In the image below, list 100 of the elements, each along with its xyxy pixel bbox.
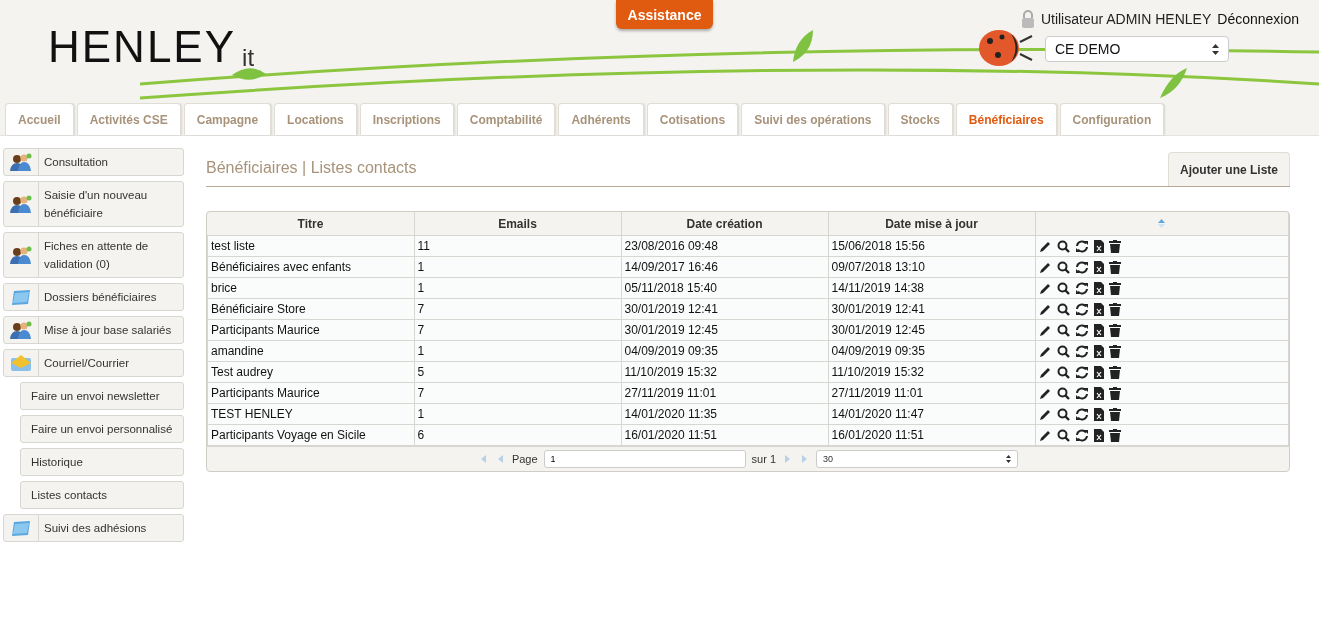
search-icon[interactable] <box>1056 281 1070 295</box>
sidebar-item[interactable]: Saisie d'un nouveau bénéficiaire <box>3 181 184 227</box>
search-icon[interactable] <box>1056 407 1070 421</box>
table-cell: 30/01/2019 12:41 <box>831 302 925 316</box>
table-cell: 30/01/2019 12:41 <box>624 302 718 316</box>
assistance-button[interactable]: Assistance <box>616 0 713 29</box>
search-icon[interactable] <box>1056 386 1070 400</box>
table-cell: 09/07/2018 13:10 <box>831 260 925 274</box>
column-header[interactable]: Titre <box>207 212 414 236</box>
sidebar-subitem[interactable]: Listes contacts <box>20 481 184 509</box>
search-icon[interactable] <box>1056 365 1070 379</box>
sidebar-item[interactable]: Dossiers bénéficiaires <box>3 283 184 311</box>
select-arrows-icon <box>1212 43 1219 55</box>
search-icon[interactable] <box>1056 260 1070 274</box>
envelope-icon <box>10 354 32 372</box>
table-cell: Participants Maurice <box>211 386 320 400</box>
refresh-icon[interactable] <box>1074 365 1089 379</box>
sidebar-subitem[interactable]: Historique <box>20 448 184 476</box>
pencil-icon[interactable] <box>1038 344 1052 358</box>
pencil-icon[interactable] <box>1038 386 1052 400</box>
pencil-icon[interactable] <box>1038 260 1052 274</box>
sidebar-subitem[interactable]: Faire un envoi newsletter <box>20 382 184 410</box>
refresh-icon[interactable] <box>1074 281 1089 295</box>
table-cell: 14/09/2017 16:46 <box>624 260 718 274</box>
trash-icon[interactable] <box>1108 281 1121 295</box>
trash-icon[interactable] <box>1108 302 1121 316</box>
organization-select[interactable]: CE DEMO <box>1045 36 1229 62</box>
trash-icon[interactable] <box>1108 239 1121 253</box>
sidebar-item[interactable]: Mise à jour base salariés <box>3 316 184 344</box>
table-cell: 1 <box>417 260 425 274</box>
table-cell: 6 <box>417 428 425 442</box>
spreadsheet-file-icon[interactable] <box>1093 302 1104 316</box>
trash-icon[interactable] <box>1108 428 1121 442</box>
column-header[interactable]: Date création <box>621 212 828 236</box>
trash-icon[interactable] <box>1108 344 1121 358</box>
sidebar-item[interactable]: Courriel/Courrier <box>3 349 184 377</box>
page-title: Bénéficiaires | Listes contacts <box>206 159 417 178</box>
logo: HENLEY it <box>48 22 255 72</box>
spreadsheet-file-icon[interactable] <box>1093 407 1104 421</box>
search-icon[interactable] <box>1056 323 1070 337</box>
table-cell: 14/01/2020 11:47 <box>831 407 925 421</box>
spreadsheet-file-icon[interactable] <box>1093 323 1104 337</box>
pencil-icon[interactable] <box>1038 428 1052 442</box>
table-cell: 7 <box>417 323 425 337</box>
table-cell: 23/08/2016 09:48 <box>624 239 718 253</box>
page-input[interactable]: 1 <box>543 450 746 468</box>
select-arrows-icon <box>1006 455 1012 463</box>
refresh-icon[interactable] <box>1074 386 1089 400</box>
table-cell: amandine <box>211 344 264 358</box>
pencil-icon[interactable] <box>1038 323 1052 337</box>
spreadsheet-file-icon[interactable] <box>1093 428 1104 442</box>
column-header[interactable]: Emails <box>414 212 621 236</box>
trash-icon[interactable] <box>1108 323 1121 337</box>
sidebar-item[interactable]: Fiches en attente de validation (0) <box>3 232 184 278</box>
refresh-icon[interactable] <box>1074 428 1089 442</box>
sidebar-subitem[interactable]: Faire un envoi personnalisé <box>20 415 184 443</box>
pencil-icon[interactable] <box>1038 407 1052 421</box>
pencil-icon[interactable] <box>1038 239 1052 253</box>
people-icon <box>10 195 32 213</box>
table-cell: Bénéficiaire Store <box>211 302 306 316</box>
refresh-icon[interactable] <box>1074 344 1089 358</box>
spreadsheet-file-icon[interactable] <box>1093 239 1104 253</box>
trash-icon[interactable] <box>1108 386 1121 400</box>
search-icon[interactable] <box>1056 428 1070 442</box>
folder-icon <box>10 519 32 537</box>
trash-icon[interactable] <box>1108 260 1121 274</box>
refresh-icon[interactable] <box>1074 260 1089 274</box>
search-icon[interactable] <box>1056 239 1070 253</box>
people-icon <box>10 153 32 171</box>
table-cell: 04/09/2019 09:35 <box>624 344 718 358</box>
search-icon[interactable] <box>1056 344 1070 358</box>
table-cell: 7 <box>417 386 425 400</box>
refresh-icon[interactable] <box>1074 407 1089 421</box>
refresh-icon[interactable] <box>1074 302 1089 316</box>
trash-icon[interactable] <box>1108 407 1121 421</box>
logout-link[interactable]: Déconnexion <box>1217 11 1299 27</box>
spreadsheet-file-icon[interactable] <box>1093 260 1104 274</box>
table-cell: 14/01/2020 11:35 <box>624 407 718 421</box>
refresh-icon[interactable] <box>1074 239 1089 253</box>
sidebar-item[interactable]: Consultation <box>3 148 184 176</box>
page-size-select[interactable]: 30 <box>816 450 1019 468</box>
trash-icon[interactable] <box>1108 365 1121 379</box>
nav-tab[interactable]: Bénéficiaires <box>955 103 1057 135</box>
refresh-icon[interactable] <box>1074 323 1089 337</box>
spreadsheet-file-icon[interactable] <box>1093 386 1104 400</box>
column-header[interactable]: Date mise à jour <box>828 212 1035 236</box>
search-icon[interactable] <box>1056 302 1070 316</box>
add-list-button[interactable]: Ajouter une Liste <box>1168 152 1290 186</box>
pencil-icon[interactable] <box>1038 281 1052 295</box>
spreadsheet-file-icon[interactable] <box>1093 344 1104 358</box>
page-count: sur 1 <box>751 453 777 465</box>
sidebar-item[interactable]: Suivi des adhésions <box>3 514 184 542</box>
pencil-icon[interactable] <box>1038 302 1052 316</box>
spreadsheet-file-icon[interactable] <box>1093 281 1104 295</box>
table-cell: 1 <box>417 281 425 295</box>
table-cell: Test audrey <box>211 365 274 379</box>
spreadsheet-file-icon[interactable] <box>1093 365 1104 379</box>
table-cell: 11/10/2019 15:32 <box>624 365 718 379</box>
pencil-icon[interactable] <box>1038 365 1052 379</box>
table-cell: TEST HENLEY <box>211 407 293 421</box>
